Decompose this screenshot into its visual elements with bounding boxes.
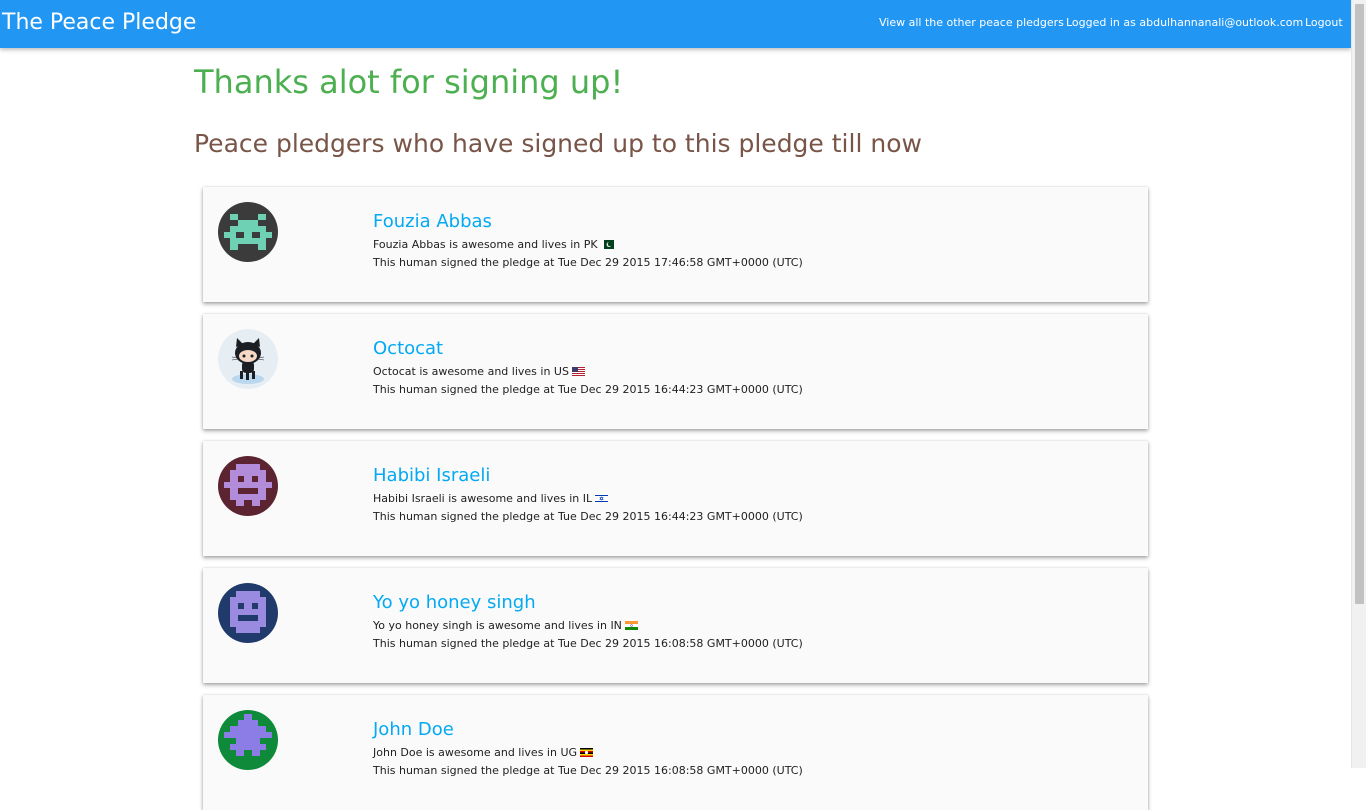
pledger-name-link[interactable]: Yo yo honey singh [373,592,536,613]
pledger-name-link[interactable]: Habibi Israeli [373,465,490,486]
scrollbar-thumb[interactable] [1355,4,1364,604]
pledger-description: Fouzia Abbas is awesome and lives in PK [373,238,614,251]
pledger-desc-text: Octocat is awesome and lives in US [373,365,569,378]
brand-logo-link[interactable]: The Peace Pledge [2,10,196,35]
pledger-name-link[interactable]: Octocat [373,338,443,359]
pledger-card: Habibi Israeli Habibi Israeli is awesome… [203,441,1148,556]
us-flag-icon [571,367,585,376]
uganda-flag-icon [580,748,594,757]
pledgers-list-heading: Peace pledgers who have signed up to thi… [194,129,922,158]
pledger-signed-date: This human signed the pledge at Tue Dec … [373,637,803,650]
india-flag-icon [624,621,638,630]
pledger-signed-date: This human signed the pledge at Tue Dec … [373,383,803,396]
view-all-pledgers-link[interactable]: View all the other peace pledgers [879,16,1064,29]
pakistan-flag-icon [600,240,614,249]
pledger-card: John Doe John Doe is awesome and lives i… [203,695,1148,810]
octocat-avatar-icon [218,329,278,389]
top-navbar: The Peace Pledge View all the other peac… [0,0,1351,48]
pledger-description: Habibi Israeli is awesome and lives in I… [373,492,609,505]
pledger-card: Octocat Octocat is awesome and lives in … [203,314,1148,429]
identicon-avatar-icon [218,456,278,516]
logged-in-user-link[interactable]: Logged in as abdulhannanali@outlook.com [1066,16,1303,29]
pledger-signed-date: This human signed the pledge at Tue Dec … [373,764,803,777]
pledger-desc-text: Fouzia Abbas is awesome and lives in PK [373,238,598,251]
israel-flag-icon [595,494,609,503]
page-scrollbar[interactable] [1351,0,1366,768]
pledger-desc-text: Yo yo honey singh is awesome and lives i… [373,619,622,632]
pledger-card: Fouzia Abbas Fouzia Abbas is awesome and… [203,187,1148,302]
pledger-name-link[interactable]: John Doe [373,719,454,740]
pledger-desc-text: Habibi Israeli is awesome and lives in I… [373,492,593,505]
pledger-description: Octocat is awesome and lives in US [373,365,585,378]
pledger-card: Yo yo honey singh Yo yo honey singh is a… [203,568,1148,683]
logout-link[interactable]: Logout [1305,16,1343,29]
identicon-avatar-icon [218,202,278,262]
pledger-description: John Doe is awesome and lives in UG [373,746,594,759]
pledger-signed-date: This human signed the pledge at Tue Dec … [373,510,803,523]
identicon-avatar-icon [218,710,278,770]
identicon-avatar-icon [218,583,278,643]
pledger-signed-date: This human signed the pledge at Tue Dec … [373,256,803,269]
pledger-description: Yo yo honey singh is awesome and lives i… [373,619,638,632]
thanks-heading: Thanks alot for signing up! [194,63,624,101]
pledger-name-link[interactable]: Fouzia Abbas [373,211,492,232]
pledger-desc-text: John Doe is awesome and lives in UG [373,746,578,759]
